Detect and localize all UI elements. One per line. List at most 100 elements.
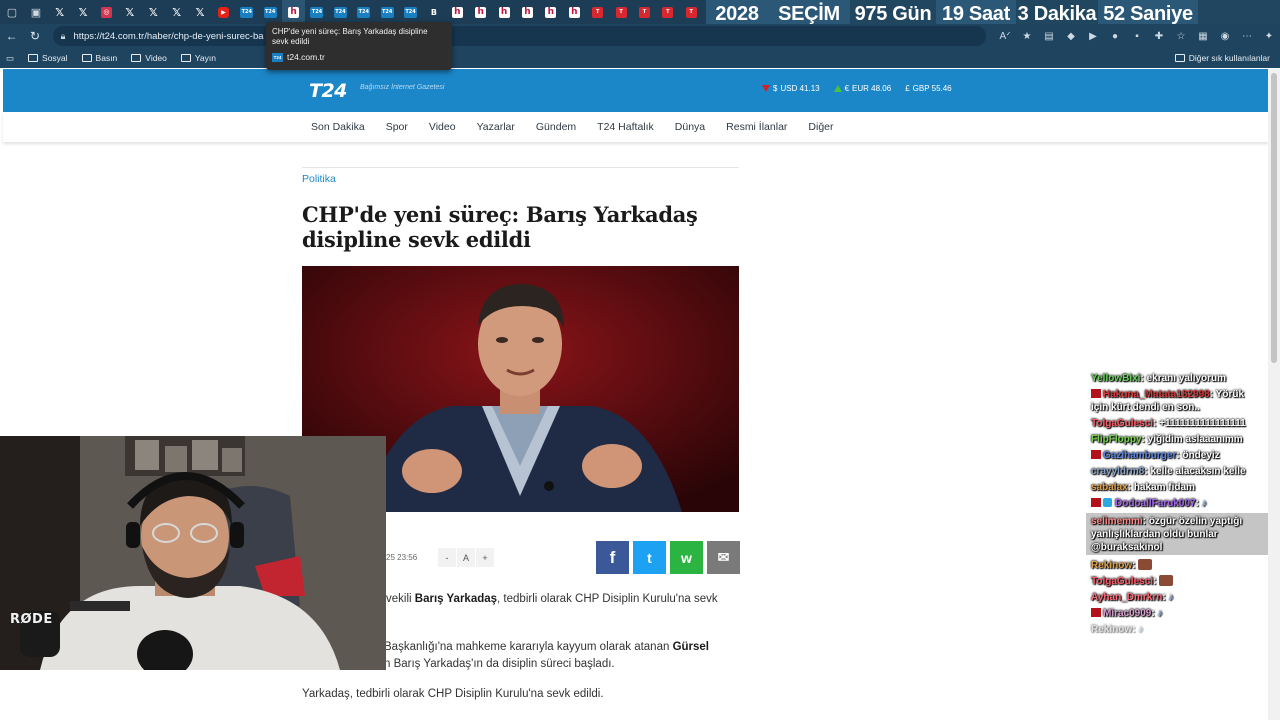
chat-username[interactable]: DodoallFaruk007 [1115,498,1196,509]
bookmark-label: Video [145,53,167,63]
font-increase-button[interactable]: + [476,548,494,567]
url-field[interactable]: 🔒︎ https://t24.com.tr/haber/chp-de-yeni-… [52,26,986,46]
copilot-icon[interactable]: ✦ [1258,26,1280,46]
browser-tab[interactable]: ▶ [212,0,235,24]
site-slogan: Bağımsız İnternet Gazetesi [360,84,445,91]
site-nav-link[interactable]: Diğer [808,121,833,133]
site-nav-link[interactable]: Spor [386,121,408,133]
chat-username[interactable]: Rekinow [1091,560,1132,571]
back-icon[interactable]: ← [0,24,23,48]
site-nav-link[interactable]: Resmi İlanlar [726,121,787,133]
bookmark-other-label: Diğer sık kullanılanlar [1188,53,1270,63]
site-nav-link[interactable]: Video [429,121,456,133]
bookmark-import-icon[interactable]: ▭ [6,53,14,64]
browser-tab[interactable]: T [609,0,632,24]
menu-icon[interactable]: ⋯ [1236,26,1258,46]
bookmark-folder[interactable]: Basın [81,53,117,63]
url-text: https://t24.com.tr/haber/chp-de-yeni-sur… [73,30,264,42]
browser-tab[interactable]: T24 [352,0,375,24]
browser-tab[interactable]: 𝕏 [71,0,94,24]
site-nav-link[interactable]: T24 Haftalık [597,121,654,133]
browser-tab[interactable]: T24 [259,0,282,24]
collections-icon[interactable]: ▦ [1192,26,1214,46]
chat-username[interactable]: Rekinow [1091,624,1132,635]
workspaces-icon[interactable]: ▢ [0,0,24,24]
whatsapp-share-button[interactable]: w [670,541,703,574]
extension-icon[interactable]: ▤ [1038,26,1060,46]
browser-tab[interactable]: h [539,0,562,24]
chat-message: Ayhan_Dmrkrn: ♪ [1086,589,1268,605]
font-decrease-button[interactable]: - [438,548,456,567]
favicon-icon: ◎ [100,6,112,18]
browser-tab[interactable]: h [492,0,515,24]
browser-tab[interactable]: T [633,0,656,24]
browser-tab[interactable]: 𝕏 [188,0,211,24]
chat-message: FlipFloppy: yiğidim aslaaanımm [1086,431,1268,447]
favorites-icon[interactable]: ☆ [1170,26,1192,46]
chat-username[interactable]: TolgaGulesci [1091,576,1153,587]
browser-tab[interactable]: T [656,0,679,24]
chat-username[interactable]: Mirac0909 [1103,608,1151,619]
chat-username[interactable]: Gazihamburger [1103,450,1176,461]
extension-icon[interactable]: ● [1104,26,1126,46]
browser-tab[interactable]: T24 [329,0,352,24]
favorite-star-icon[interactable]: ★ [1016,26,1038,46]
site-nav-link[interactable]: Gündem [536,121,576,133]
tab-actions-icon[interactable]: ▣ [24,0,48,24]
favicon-icon: B [430,7,437,17]
refresh-icon[interactable]: ↻ [23,24,46,48]
bookmark-folder[interactable]: Yayın [180,53,216,63]
browser-tab[interactable]: ◎ [95,0,118,24]
browser-tab[interactable]: 𝕏 [165,0,188,24]
favicon-icon: T24 [357,6,371,18]
bookmark-folder[interactable]: Sosyal [28,53,68,63]
mail-share-button[interactable]: ✉ [707,541,740,574]
browser-tab[interactable]: h [563,0,586,24]
chat-username[interactable]: crayyldrm8 [1091,466,1144,477]
chat-username[interactable]: YellowBixi [1091,373,1140,384]
page-scrollbar[interactable] [1268,69,1280,720]
browser-tab[interactable]: T [586,0,609,24]
article-category[interactable]: Politika [302,173,336,185]
browser-tab[interactable]: B [422,0,445,24]
site-nav-link[interactable]: Dünya [675,121,705,133]
profile-avatar[interactable]: ◉ [1214,26,1236,46]
browser-tab[interactable]: 𝕏 [48,0,71,24]
browser-tab[interactable]: T [680,0,703,24]
site-logo[interactable]: T24 [309,80,347,102]
extension-icon[interactable]: ▶ [1082,26,1104,46]
browser-tab[interactable]: h [469,0,492,24]
font-reset-button[interactable]: A [457,548,475,567]
chat-username[interactable]: TolgaGulesci [1091,418,1153,429]
browser-tab[interactable]: T24 [305,0,328,24]
site-nav-link[interactable]: Yazarlar [477,121,515,133]
browser-tab[interactable]: 𝕏 [118,0,141,24]
bookmark-other[interactable]: Diğer sık kullanılanlar [1174,48,1270,68]
chat-message: selimemmi: özgür özelin yaptığı yanlışlı… [1086,513,1268,555]
site-nav-items: Son Dakika Spor Video Yazarlar Gündem T24 Haf… [311,112,855,142]
bookmark-folder[interactable]: Video [131,53,167,63]
chat-username[interactable]: sabalax [1091,482,1128,493]
extensions-puzzle-icon[interactable]: ✚ [1148,26,1170,46]
chat-username[interactable]: Ayhan_Dmrkrn [1091,592,1162,603]
browser-tab[interactable]: h [446,0,469,24]
extension-icon[interactable]: ◆ [1060,26,1082,46]
extension-icon[interactable]: ▪ [1126,26,1148,46]
paragraph-bold: Gürsel [672,641,709,653]
chat-username[interactable]: Hakuna_Matata182998 [1103,389,1210,400]
chat-username[interactable]: selimemmi [1091,516,1143,527]
browser-tab[interactable]: T24 [399,0,422,24]
read-aloud-icon[interactable]: Aᐟ [994,26,1016,46]
browser-tab[interactable]: h [516,0,539,24]
site-nav-link[interactable]: Son Dakika [311,121,365,133]
chat-username[interactable]: FlipFloppy [1091,434,1142,445]
facebook-share-button[interactable]: f [596,541,629,574]
browser-tab[interactable]: 𝕏 [142,0,165,24]
browser-tab[interactable]: T24 [235,0,258,24]
mail-icon: ✉ [717,549,730,565]
paragraph-text: n Barış Yarkadaş'ın da disiplin süreci b… [384,658,615,670]
scrollbar-thumb[interactable] [1271,73,1277,363]
twitter-share-button[interactable]: t [633,541,666,574]
browser-tab[interactable]: h [281,0,306,24]
browser-tab[interactable]: T24 [375,0,398,24]
